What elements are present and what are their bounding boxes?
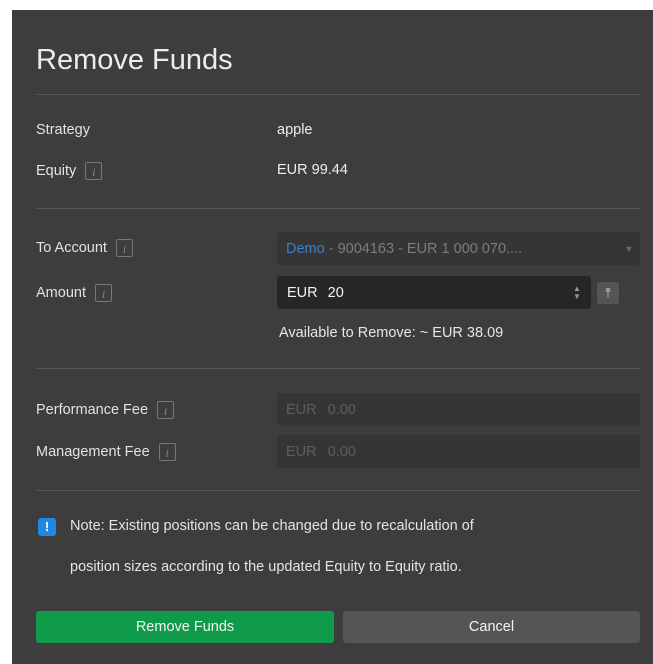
amount-label: Amount i <box>36 283 112 303</box>
performance-fee-field: EUR 0.00 <box>277 393 640 426</box>
remove-funds-dialog: Remove Funds Strategy apple Equity i EUR… <box>12 10 653 664</box>
equity-label: Equity i <box>36 161 103 181</box>
performance-fee-currency: EUR <box>286 401 317 418</box>
performance-fee-info-icon[interactable]: i <box>157 401 175 419</box>
amount-input[interactable]: EUR 20 ▲ ▼ <box>277 276 591 309</box>
to-account-label: To Account i <box>36 238 133 258</box>
management-fee-label-text: Management Fee <box>36 444 150 460</box>
stepper-down-icon[interactable]: ▼ <box>573 292 581 301</box>
strategy-label: Strategy <box>36 120 90 140</box>
management-fee-label: Management Fee i <box>36 442 176 462</box>
to-account-label-text: To Account <box>36 240 107 256</box>
management-fee-currency: EUR <box>286 443 317 460</box>
max-icon[interactable]: ⤒ <box>597 282 619 304</box>
to-account-info-icon[interactable]: i <box>115 239 133 257</box>
to-account-select-text: Demo - 9004163 - EUR 1 000 070.... <box>286 241 618 257</box>
to-account-details: - 9004163 - EUR 1 000 070.... <box>324 240 523 257</box>
note-line-2: position sizes according to the updated … <box>70 559 462 575</box>
chevron-down-icon[interactable]: ▼ <box>618 244 640 254</box>
performance-fee-label-text: Performance Fee <box>36 402 149 418</box>
cancel-button[interactable]: Cancel <box>343 611 640 643</box>
exclamation-icon: ! <box>38 518 56 536</box>
performance-fee-value: 0.00 <box>327 401 356 418</box>
equity-label-text: Equity <box>36 163 77 179</box>
to-account-select[interactable]: Demo - 9004163 - EUR 1 000 070.... ▼ <box>277 232 640 265</box>
management-fee-info-icon[interactable]: i <box>158 443 176 461</box>
amount-info-icon[interactable]: i <box>94 284 112 302</box>
remove-funds-button[interactable]: Remove Funds <box>36 611 334 643</box>
note-line-1: Note: Existing positions can be changed … <box>70 518 474 534</box>
amount-label-text: Amount <box>36 285 86 301</box>
amount-value[interactable]: 20 <box>328 285 567 301</box>
section-divider-3 <box>36 490 641 491</box>
title-divider <box>36 94 641 95</box>
available-to-remove: Available to Remove: ~ EUR 38.09 <box>279 325 504 341</box>
dialog-title: Remove Funds <box>36 44 233 76</box>
section-divider-2 <box>36 368 641 369</box>
equity-value: EUR 99.44 <box>277 162 348 178</box>
stepper-icon[interactable]: ▲ ▼ <box>567 284 587 301</box>
amount-currency: EUR <box>287 284 318 301</box>
management-fee-field: EUR 0.00 <box>277 435 640 468</box>
to-account-type: Demo <box>286 240 325 257</box>
strategy-label-text: Strategy <box>36 122 90 138</box>
performance-fee-label: Performance Fee i <box>36 400 175 420</box>
equity-info-icon[interactable]: i <box>85 162 103 180</box>
strategy-value: apple <box>277 122 313 138</box>
section-divider-1 <box>36 208 641 209</box>
management-fee-value: 0.00 <box>327 443 356 460</box>
